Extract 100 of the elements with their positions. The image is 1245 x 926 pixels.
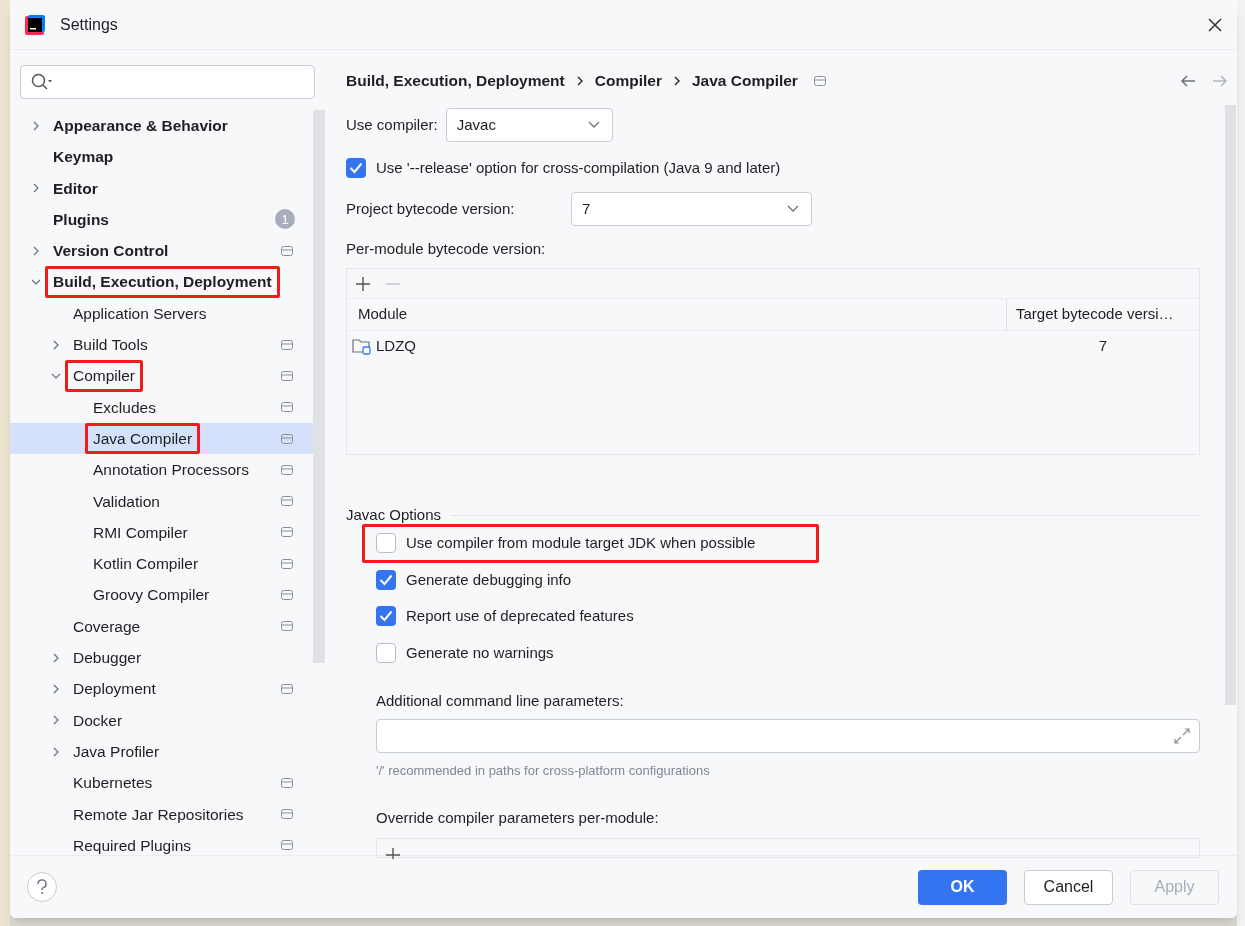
tree-item-label: Keymap — [53, 147, 114, 168]
tree-item[interactable]: Java Profiler — [10, 735, 313, 768]
tree-item-label: Required Plugins — [73, 835, 192, 855]
dropdown[interactable]: Javac — [445, 108, 613, 142]
checkbox[interactable] — [346, 158, 366, 178]
tree-item[interactable]: Build, Execution, Deployment — [10, 266, 313, 298]
chevron-right-icon[interactable] — [51, 715, 61, 726]
tree-item-label: RMI Compiler — [93, 522, 188, 543]
add-icon[interactable] — [385, 846, 401, 859]
tree-item-label: Coverage — [73, 616, 141, 637]
breadcrumb-item[interactable]: Build, Execution, Deployment — [346, 69, 565, 93]
tree-item[interactable]: Build Tools — [10, 329, 313, 361]
tree-item-label: Build, Execution, Deployment — [53, 272, 272, 293]
search-field[interactable] — [20, 65, 315, 99]
chevron-right-icon — [576, 76, 583, 86]
cancel-button[interactable]: Cancel — [1024, 869, 1113, 905]
app-logo-icon — [25, 14, 45, 35]
chevron-right-icon[interactable] — [51, 339, 61, 350]
chevron-right-icon[interactable] — [31, 183, 41, 194]
breadcrumb-item[interactable]: Compiler — [594, 69, 662, 93]
field-label: Additional command line parameters: — [376, 691, 625, 710]
tree-item[interactable]: Keymap — [10, 141, 313, 173]
checkbox[interactable] — [376, 642, 396, 663]
chevron-right-icon[interactable] — [31, 120, 41, 131]
project-scope-icon — [813, 75, 826, 87]
chevron-right-icon[interactable] — [31, 245, 41, 256]
tree-item-label: Java Compiler — [93, 428, 193, 449]
help-button[interactable] — [27, 872, 57, 902]
checkbox-label: Generate debugging info — [406, 569, 572, 590]
tree-item-label: Validation — [93, 491, 160, 512]
tree-item[interactable]: Application Servers — [10, 297, 313, 330]
input-field[interactable] — [376, 719, 1200, 753]
tree-item[interactable]: Coverage — [10, 610, 313, 642]
add-icon[interactable] — [355, 275, 371, 292]
dropdown-value: 7 — [582, 198, 592, 219]
tree-item-label: Groovy Compiler — [93, 585, 210, 606]
tree-item[interactable]: Editor — [10, 172, 313, 204]
checkbox[interactable] — [376, 606, 396, 627]
tree-item[interactable]: Appearance & Behavior — [10, 109, 313, 142]
tree-item[interactable]: Deployment — [10, 673, 313, 705]
tree-item[interactable]: Debugger — [10, 642, 313, 674]
breadcrumb-item[interactable]: Java Compiler — [691, 69, 798, 93]
tree-item-label: Remote Jar Repositories — [73, 804, 244, 825]
checkbox-label: Report use of deprecated features — [406, 606, 634, 626]
checkbox[interactable] — [376, 569, 396, 590]
expand-icon[interactable] — [1173, 727, 1191, 745]
table-cell-text: LDZQ — [376, 335, 416, 356]
tree-item-label: Build Tools — [73, 335, 148, 356]
back-arrow-icon[interactable] — [1180, 74, 1196, 88]
dropdown-value: Javac — [456, 114, 497, 135]
tree-item[interactable]: Version Control — [10, 235, 313, 267]
checkbox[interactable] — [376, 533, 396, 554]
tree-item-label: Kotlin Compiler — [93, 554, 199, 575]
ok-button[interactable]: OK — [918, 869, 1007, 905]
tree-item[interactable]: Java Compiler — [10, 422, 313, 455]
checkbox-label: Generate no warnings — [406, 642, 554, 663]
tree-item[interactable]: Docker — [10, 704, 313, 736]
chevron-down-icon — [587, 121, 600, 129]
tree-item-label: Plugins — [53, 209, 109, 230]
checkbox-label: Use compiler from module target JDK when possible — [406, 533, 756, 553]
tree-item-label: Version Control — [53, 241, 169, 262]
tree-item-label: Docker — [73, 710, 123, 731]
hint-text: '/' recommended in paths for cross-platform configurations — [376, 762, 711, 780]
tree-item-label: Excludes — [93, 397, 156, 418]
dropdown[interactable]: 7 — [571, 192, 812, 226]
tree-item[interactable]: Annotation Processors — [10, 454, 313, 486]
tree-item[interactable]: Required Plugins — [10, 829, 313, 855]
tree-item[interactable]: Compiler — [10, 360, 313, 392]
tree-item-label: Kubernetes — [73, 773, 153, 794]
tree-item[interactable]: Excludes — [10, 391, 313, 423]
tree-item-label: Debugger — [73, 648, 142, 668]
tree-item-label: Editor — [53, 178, 98, 199]
tree-item-label: Application Servers — [73, 303, 207, 324]
tree-item[interactable]: RMI Compiler — [10, 516, 313, 549]
chevron-down-icon — [787, 205, 799, 213]
chevron-right-icon — [673, 76, 680, 86]
count-badge: 1 — [275, 209, 295, 230]
field-label: Override compiler parameters per-module: — [376, 807, 660, 827]
window-title: Settings — [60, 14, 118, 35]
tree-item[interactable]: Validation — [10, 485, 313, 517]
section-title: Javac Options — [346, 504, 442, 525]
column-header: Target bytecode versi… — [1015, 304, 1175, 325]
tree-item-label: Deployment — [73, 679, 156, 700]
scrollbar[interactable] — [1225, 105, 1236, 705]
tree-item[interactable]: Plugins 1 — [10, 203, 313, 236]
chevron-right-icon[interactable] — [51, 652, 61, 663]
help-icon — [36, 879, 48, 895]
table-cell-text: 7 — [1098, 335, 1108, 356]
module-folder-icon — [352, 337, 372, 355]
column-header: Module — [347, 299, 1007, 330]
tree-item[interactable]: Remote Jar Repositories — [10, 798, 313, 830]
tree-item[interactable]: Kubernetes — [10, 767, 313, 799]
chevron-right-icon[interactable] — [51, 746, 61, 757]
tree-item-label: Annotation Processors — [93, 460, 249, 481]
field-label: Per-module bytecode version: — [346, 239, 547, 258]
chevron-right-icon[interactable] — [51, 683, 61, 694]
tree-item[interactable]: Groovy Compiler — [10, 579, 313, 611]
checkbox-label: Use '--release' option for cross-compilation (Java 9 and later) — [376, 157, 781, 178]
tree-item[interactable]: Kotlin Compiler — [10, 548, 313, 580]
scrollbar[interactable] — [313, 109, 325, 663]
